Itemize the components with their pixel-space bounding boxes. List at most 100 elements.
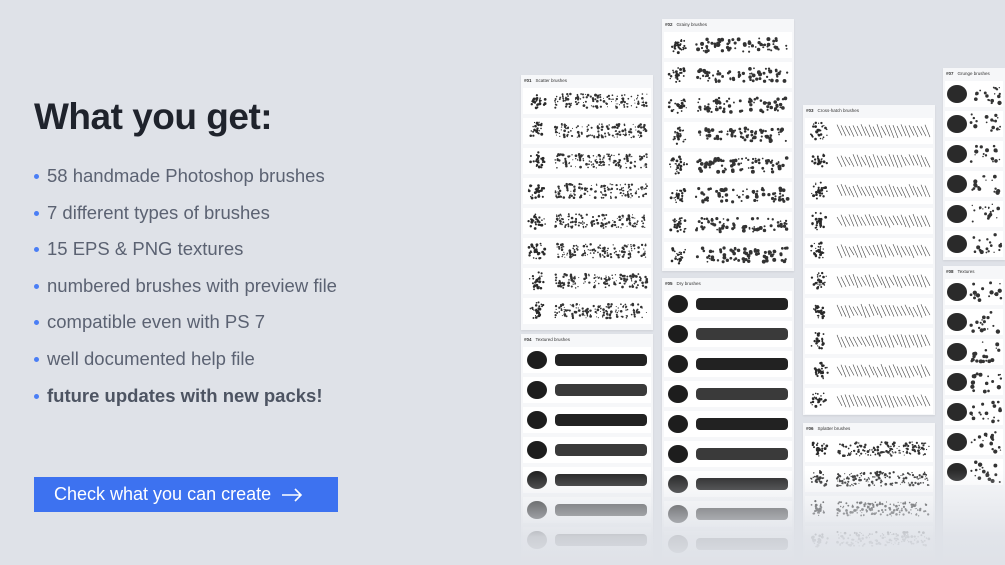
brush-stroke-graphic	[947, 203, 1001, 223]
brush-preview-row	[664, 212, 792, 238]
bullet-icon	[34, 283, 39, 289]
brush-preview-row	[945, 231, 1003, 257]
feature-item: well documented help file	[34, 345, 337, 382]
sheet-title-text: Grunge brushes	[957, 71, 990, 76]
bullet-icon	[34, 174, 39, 179]
brush-preview-row	[523, 497, 651, 523]
brush-stroke-graphic	[809, 121, 931, 141]
bullet-icon	[34, 210, 39, 216]
brush-stroke-graphic	[527, 501, 647, 519]
brush-stroke-graphic	[668, 385, 788, 403]
sheet-title-text: Scatter brushes	[535, 78, 568, 83]
sheet-title: #01 Scatter brushes	[521, 75, 653, 85]
bullet-icon	[34, 393, 39, 399]
brush-stroke-graphic	[670, 37, 788, 55]
brush-stroke-graphic	[669, 155, 789, 175]
brush-stroke-graphic	[527, 441, 647, 459]
brush-preview-row	[805, 328, 933, 354]
brush-preview-row	[805, 118, 933, 144]
brush-stroke-graphic	[672, 126, 787, 145]
brush-preview-row	[523, 118, 651, 144]
brush-preview-row	[664, 242, 792, 268]
brush-stroke-graphic	[527, 381, 647, 399]
brush-stroke-graphic	[947, 233, 1003, 255]
brush-preview-row	[945, 459, 1003, 485]
sheet-number: #02	[665, 22, 673, 27]
brush-preview-row	[523, 407, 651, 433]
brush-sheet: #02 Grainy brushes	[662, 19, 794, 271]
sheet-title-text: Dry brushes	[676, 281, 701, 286]
brush-sheet: #05 Dry brushes	[662, 278, 794, 565]
brush-preview-row	[523, 437, 651, 463]
brush-stroke-graphic	[527, 213, 646, 230]
brush-preview-row	[805, 268, 933, 294]
sheet-title: #07 Grunge brushes	[943, 68, 1005, 78]
brush-sheet: #06 Splatter brushes	[803, 423, 935, 565]
brush-stroke-graphic	[668, 295, 788, 313]
brush-stroke-graphic	[527, 242, 647, 260]
brush-preview-row	[523, 527, 651, 553]
cta-label: Check what you can create	[54, 484, 272, 504]
brush-preview-row	[945, 111, 1003, 137]
brush-stroke-graphic	[810, 500, 930, 517]
brush-preview-row	[945, 201, 1003, 227]
brush-sheet: #03 Cross-hatch brushes	[803, 105, 935, 415]
brush-preview-row	[805, 436, 933, 462]
brush-stroke-graphic	[947, 85, 1002, 106]
brush-preview-row	[945, 339, 1003, 365]
brush-stroke-graphic	[527, 471, 647, 489]
brush-stroke-graphic	[529, 301, 647, 320]
feature-text: well documented help file	[47, 347, 255, 369]
brush-preview-row	[664, 291, 792, 317]
brush-stroke-graphic	[668, 355, 788, 373]
feature-text: 15 EPS & PNG textures	[47, 238, 244, 260]
brush-preview-row	[523, 377, 651, 403]
sheet-title-text: Cross-hatch brushes	[817, 108, 860, 113]
brush-preview-row	[805, 358, 933, 384]
brush-preview-row	[523, 208, 651, 234]
brush-preview-row	[664, 501, 792, 527]
brush-stroke-graphic	[668, 475, 788, 493]
brush-preview-row	[805, 466, 933, 492]
check-what-you-can-create-button[interactable]: Check what you can create	[34, 477, 338, 512]
sheet-title: #08 Textures	[943, 266, 1005, 276]
brush-stroke-graphic	[668, 505, 788, 523]
brush-stroke-graphic	[947, 400, 1002, 424]
brush-sheet: #04 Textured brushes	[521, 334, 653, 565]
feature-item: compatible even with PS 7	[34, 308, 337, 345]
brush-preview-row	[945, 309, 1003, 335]
brush-preview-row	[664, 62, 792, 88]
brush-stroke-graphic	[810, 392, 931, 409]
sheet-number: #04	[524, 337, 532, 342]
brush-stroke-graphic	[527, 411, 647, 429]
sheet-title-text: Splatter brushes	[817, 426, 851, 431]
sheet-title-text: Textures	[957, 269, 975, 274]
brush-preview-row	[664, 182, 792, 208]
brush-preview-row	[523, 238, 651, 264]
feature-list: 58 handmade Photoshop brushes 7 differen…	[34, 162, 337, 418]
brush-stroke-graphic	[811, 153, 931, 168]
brush-preview-row	[805, 388, 933, 414]
sheet-title: #05 Dry brushes	[662, 278, 794, 288]
brush-preview-row	[664, 152, 792, 178]
brush-preview-row	[523, 148, 651, 174]
brush-stroke-graphic	[527, 182, 648, 200]
sheet-number: #07	[946, 71, 954, 76]
brush-preview-row	[805, 148, 933, 174]
feature-text: numbered brushes with preview file	[47, 274, 337, 296]
brush-preview-row	[664, 531, 792, 557]
brush-stroke-graphic	[811, 181, 931, 200]
brush-stroke-graphic	[947, 341, 1001, 364]
brush-stroke-graphic	[667, 96, 788, 114]
brush-preview-row	[805, 178, 933, 204]
feature-item: 58 handmade Photoshop brushes	[34, 162, 337, 199]
sheet-title-text: Grainy brushes	[676, 22, 708, 27]
bullet-icon	[34, 320, 39, 326]
page-title: What you get:	[34, 96, 273, 137]
brush-preview-row	[523, 467, 651, 493]
brush-stroke-graphic	[810, 331, 931, 350]
bullet-icon	[34, 247, 39, 253]
sheet-title: #06 Splatter brushes	[803, 423, 935, 433]
brush-stroke-graphic	[668, 445, 788, 463]
brush-preview-row	[523, 88, 651, 114]
